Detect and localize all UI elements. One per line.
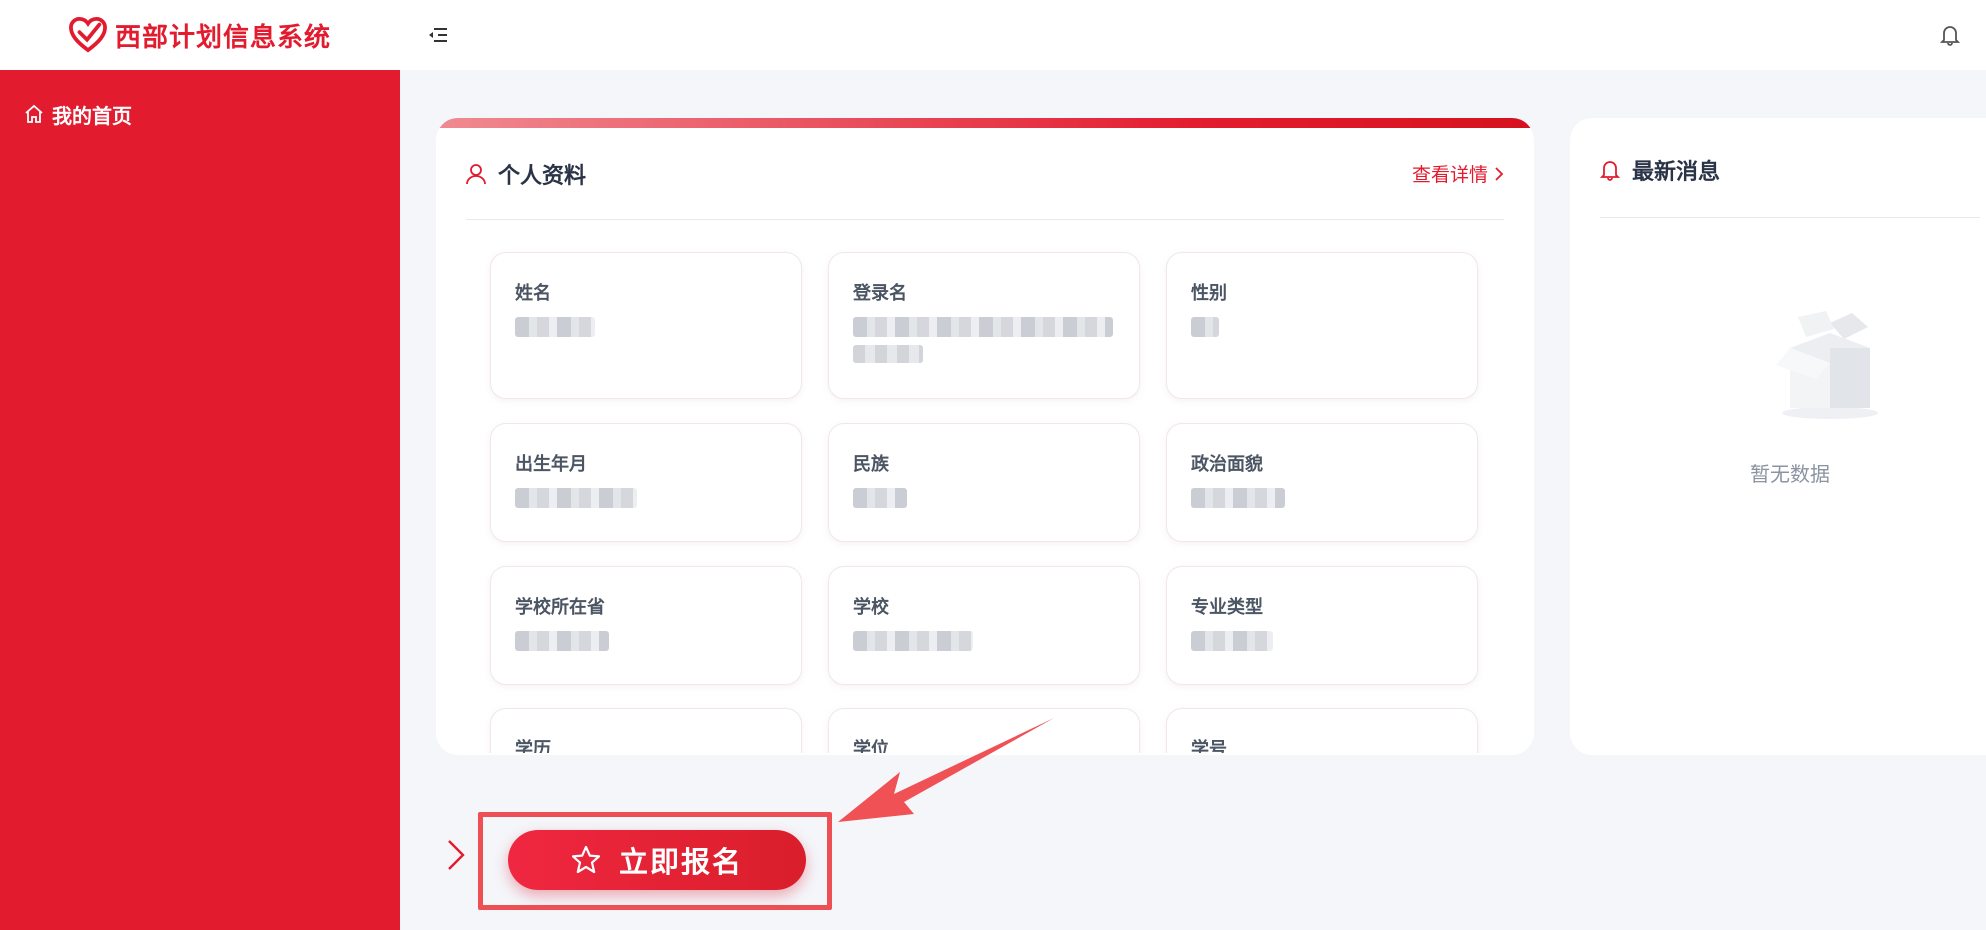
profile-card: 个人资料 查看详情 姓名 登录名 性别 出生年月 民族 政治面貌 学校所在省 学… (436, 118, 1534, 755)
logo-area: 西部计划信息系统 (0, 0, 400, 70)
star-icon (571, 845, 601, 874)
field-label: 出生年月 (515, 454, 587, 475)
empty-box-icon (1776, 311, 1878, 419)
user-icon (466, 163, 486, 184)
redacted-value (853, 345, 923, 363)
redacted-value (515, 317, 595, 337)
redacted-value (1191, 631, 1273, 651)
field-student-id: 学号 (1166, 708, 1478, 753)
redacted-value (1191, 317, 1219, 337)
signup-label: 立即报名 (618, 845, 743, 879)
field-label: 政治面貌 (1191, 454, 1263, 475)
field-school: 学校 (828, 566, 1140, 685)
profile-title: 个人资料 (498, 163, 587, 189)
field-label: 专业类型 (1191, 597, 1263, 618)
field-label: 登录名 (853, 283, 907, 304)
field-label: 学号 (1191, 739, 1227, 753)
field-label: 民族 (853, 454, 889, 475)
sidebar-item-home[interactable]: 我的首页 (0, 86, 400, 142)
field-major-type: 专业类型 (1166, 566, 1478, 685)
profile-fields: 姓名 登录名 性别 出生年月 民族 政治面貌 学校所在省 学校 专业类型 学历 … (436, 220, 1534, 753)
menu-fold-icon[interactable] (424, 21, 452, 49)
chevron-right-icon (1495, 166, 1504, 181)
signup-button[interactable]: 立即报名 (508, 830, 806, 890)
empty-data-text: 暂无数据 (1750, 462, 1830, 486)
redacted-value (515, 488, 637, 508)
sidebar: 我的首页 (0, 70, 400, 930)
field-name: 姓名 (490, 252, 802, 399)
field-school-province: 学校所在省 (490, 566, 802, 685)
field-political-status: 政治面貌 (1166, 423, 1478, 542)
bell-icon[interactable] (1936, 21, 1964, 49)
chevron-right-icon (448, 840, 465, 870)
card-accent-strip (436, 118, 1534, 128)
field-ethnicity: 民族 (828, 423, 1140, 542)
bell-icon (1600, 160, 1620, 181)
field-label: 性别 (1191, 283, 1227, 304)
field-education: 学历 (490, 708, 802, 753)
view-details-link[interactable]: 查看详情 (1412, 160, 1504, 187)
home-icon (25, 104, 43, 123)
field-label: 姓名 (515, 283, 551, 304)
redacted-value (853, 631, 973, 651)
redacted-value (853, 488, 907, 508)
field-label: 学校所在省 (515, 597, 605, 618)
app-title: 西部计划信息系统 (114, 22, 331, 53)
redacted-value (1191, 488, 1285, 508)
field-gender: 性别 (1166, 252, 1478, 399)
field-login-name: 登录名 (828, 252, 1140, 399)
pointer-arrow-icon (838, 718, 1054, 822)
profile-card-header: 个人资料 查看详情 (466, 128, 1504, 220)
sidebar-item-label: 我的首页 (52, 103, 132, 128)
field-label: 学历 (515, 739, 551, 753)
redacted-value (515, 631, 609, 651)
news-card: 最新消息 暂无数据 (1570, 118, 1986, 755)
field-birth-date: 出生年月 (490, 423, 802, 542)
top-bar (400, 0, 1986, 70)
field-label: 学校 (853, 597, 889, 618)
news-card-header: 最新消息 (1600, 118, 1980, 218)
view-details-label: 查看详情 (1411, 164, 1488, 186)
news-title: 最新消息 (1632, 159, 1721, 185)
redacted-value (853, 317, 1113, 337)
heart-logo-icon (69, 17, 107, 53)
